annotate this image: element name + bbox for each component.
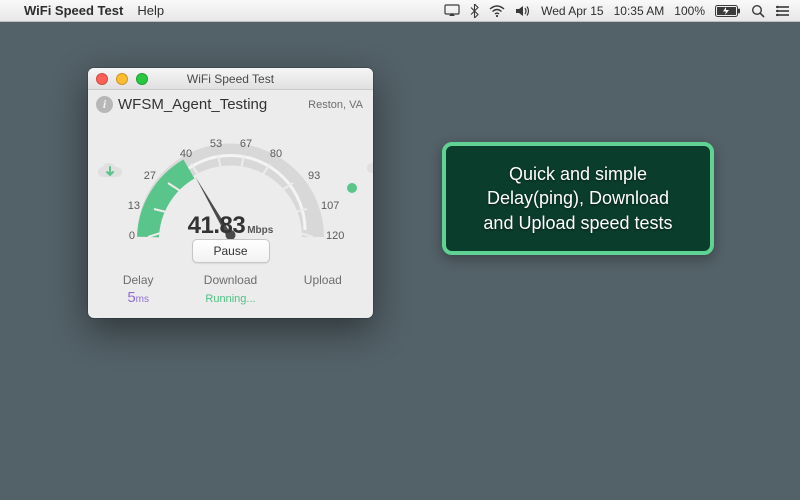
delay-label: Delay [92,273,183,287]
menubar-help[interactable]: Help [137,3,164,18]
gauge-tick-2: 27 [144,170,156,182]
close-button[interactable] [96,73,108,85]
speed-readout: 41.83Mbps [88,212,373,240]
battery-percent: 100% [674,4,705,18]
zoom-button[interactable] [136,73,148,85]
server-location: Reston, VA [308,99,363,111]
menubar-left: WiFi Speed Test Help [0,3,164,18]
traffic-lights [88,73,148,85]
gauge-tick-6: 80 [270,148,282,160]
download-label: Download [185,273,276,287]
menubar-right: Wed Apr 15 10:35 AM 100% [444,4,800,18]
pause-button[interactable]: Pause [192,239,270,263]
gauge-tick-7: 93 [308,170,320,182]
menubar-app-name[interactable]: WiFi Speed Test [24,3,123,18]
download-value: Running... [185,293,276,305]
bluetooth-icon[interactable] [470,4,479,18]
gauge-tick-1: 13 [128,200,140,212]
airplay-icon[interactable] [444,4,460,17]
gauge-tick-3: 40 [180,148,192,160]
stat-upload: Upload [277,273,368,306]
window-header: i WFSM_Agent_Testing Reston, VA [88,90,373,115]
macos-menubar: WiFi Speed Test Help Wed Apr 15 10:35 AM… [0,0,800,22]
speed-unit: Mbps [247,225,273,236]
stats-row: Delay 5ms Download Running... Upload [88,267,373,318]
window-titlebar[interactable]: WiFi Speed Test [88,68,373,90]
volume-icon[interactable] [515,5,531,17]
promo-card: Quick and simple Delay(ping), Download a… [442,142,714,255]
speed-value: 41.83 [188,212,246,239]
app-window: WiFi Speed Test i WFSM_Agent_Testing Res… [88,68,373,318]
wifi-icon[interactable] [489,5,505,17]
info-icon[interactable]: i [96,96,113,113]
server-status-dot [347,183,357,193]
stat-download: Download Running... [185,273,276,306]
promo-text: Quick and simple Delay(ping), Download a… [460,162,696,235]
menubar-date[interactable]: Wed Apr 15 [541,4,603,18]
notifications-icon[interactable] [775,5,790,17]
network-ssid: WFSM_Agent_Testing [118,96,267,113]
minimize-button[interactable] [116,73,128,85]
battery-icon[interactable] [715,5,741,17]
gauge-tick-5: 67 [240,138,252,150]
menubar-time[interactable]: 10:35 AM [614,4,665,18]
stat-delay: Delay 5ms [92,273,183,306]
upload-label: Upload [277,273,368,287]
gauge-tick-4: 53 [210,138,222,150]
speed-gauge: 0 13 27 40 53 67 80 93 107 120 41.83Mbps… [88,117,373,267]
gauge-tick-8: 107 [321,200,339,212]
delay-value: 5ms [92,289,183,306]
spotlight-icon[interactable] [751,4,765,18]
